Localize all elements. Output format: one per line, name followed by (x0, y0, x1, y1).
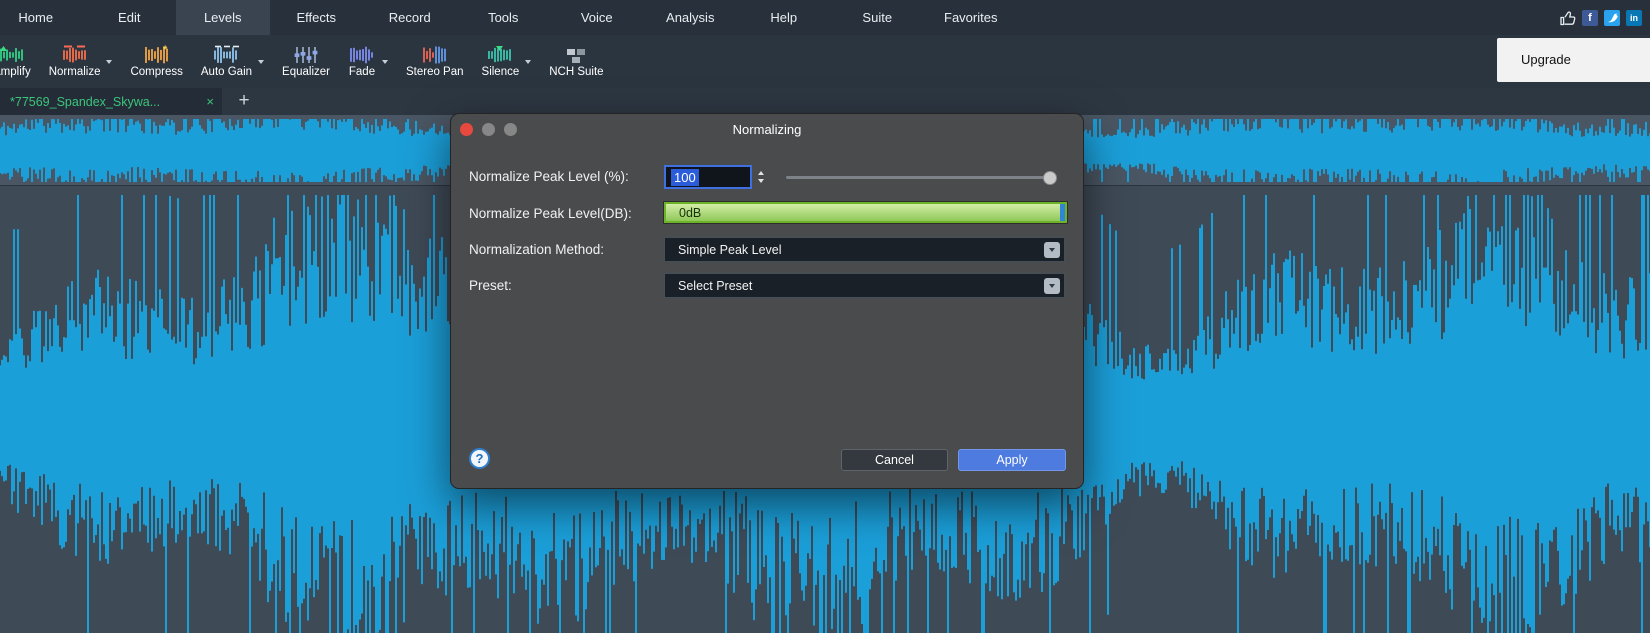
chevron-down-icon[interactable] (382, 60, 388, 64)
menu-item-levels[interactable]: Levels (176, 0, 270, 35)
toolbar-item-label: Compress (130, 66, 182, 78)
menu-item-tools[interactable]: Tools (457, 0, 551, 35)
toolbar-item-label: Stereo Pan (406, 66, 464, 78)
linkedin-icon[interactable]: in (1626, 10, 1642, 26)
slider-thumb[interactable] (1043, 171, 1057, 185)
twitter-bird-icon (1607, 13, 1618, 23)
toolbar-item-equalizer[interactable]: Equalizer (273, 35, 339, 88)
toolbar: Amplify Normalize * Compress Auto Gain Equali… (0, 35, 1650, 88)
twitter-icon[interactable] (1604, 10, 1620, 26)
new-tab-button[interactable]: + (232, 88, 256, 115)
menu-item-help[interactable]: Help (737, 0, 831, 35)
facebook-icon[interactable]: f (1582, 10, 1598, 26)
toolbar-item-label: Equalizer (282, 66, 330, 78)
toolbar-item-auto-gain[interactable]: Auto Gain (192, 35, 273, 88)
toolbar-item-fade[interactable]: Fade (339, 35, 397, 88)
file-tab-label: *77569_Spandex_Skywa... (0, 95, 198, 109)
menu-item-voice[interactable]: Voice (550, 0, 644, 35)
peak-percent-slider[interactable] (786, 165, 1056, 189)
dialog-title: Normalizing (451, 122, 1083, 137)
file-tab[interactable]: *77569_Spandex_Skywa... × (0, 88, 222, 115)
toolbar-items: Amplify Normalize * Compress Auto Gain Equali… (0, 35, 613, 88)
peak-percent-label: Normalize Peak Level (%): (469, 169, 629, 184)
toolbar-item-label: Normalize (49, 66, 101, 78)
cancel-button[interactable]: Cancel (841, 449, 948, 471)
chevron-down-icon[interactable] (106, 60, 112, 64)
stepper-down-icon[interactable] (758, 179, 764, 183)
peak-percent-input[interactable]: 100 (664, 165, 752, 189)
chevron-down-icon[interactable] (1044, 278, 1060, 294)
apply-button[interactable]: Apply (958, 449, 1066, 471)
menu-social-icons: f in (1559, 9, 1642, 26)
fade-icon (348, 45, 376, 65)
upgrade-button[interactable]: Upgrade (1497, 38, 1650, 82)
normalizing-dialog: Normalizing Normalize Peak Level (%): 10… (450, 113, 1084, 489)
toolbar-item-stereo-pan[interactable]: Stereo Pan (397, 35, 473, 88)
menu-item-record[interactable]: Record (363, 0, 457, 35)
app-root: HomeEditLevelsEffectsRecordToolsVoiceAna… (0, 0, 1650, 633)
stereo-pan-icon (421, 45, 449, 65)
equalizer-icon (292, 45, 320, 65)
normalize-icon (61, 45, 89, 65)
toolbar-item-label: Fade (349, 66, 375, 78)
toolbar-item-label: Amplify (0, 66, 31, 78)
normalization-method-label: Normalization Method: (469, 242, 604, 257)
preset-value: Select Preset (665, 279, 1044, 293)
menu-item-suite[interactable]: Suite (831, 0, 925, 35)
chevron-down-icon[interactable] (525, 60, 531, 64)
peak-db-value: 0dB (666, 206, 701, 220)
peak-db-level-bar[interactable]: 0dB (664, 202, 1067, 223)
slider-track[interactable] (786, 176, 1056, 179)
toolbar-item-label: NCH Suite (549, 66, 603, 78)
like-icon[interactable] (1559, 9, 1576, 26)
normalization-method-dropdown[interactable]: Simple Peak Level (664, 237, 1065, 262)
menu-item-home[interactable]: Home (0, 0, 83, 35)
peak-percent-stepper[interactable] (753, 165, 769, 189)
toolbar-item-label: Auto Gain (201, 66, 252, 78)
toolbar-item-nch-suite[interactable]: NCH Suite (540, 35, 612, 88)
preset-label: Preset: (469, 278, 512, 293)
auto-gain-icon (212, 45, 240, 65)
toolbar-item-amplify[interactable]: Amplify (0, 35, 40, 88)
close-tab-icon[interactable]: × (198, 94, 222, 109)
toolbar-item-normalize[interactable]: Normalize (40, 35, 122, 88)
peak-db-label: Normalize Peak Level(DB): (469, 206, 632, 221)
menu-item-edit[interactable]: Edit (83, 0, 177, 35)
compress-icon: * (143, 45, 171, 65)
preset-dropdown[interactable]: Select Preset (664, 273, 1065, 298)
svg-text:*: * (163, 45, 168, 56)
chevron-down-icon[interactable] (1044, 242, 1060, 258)
normalization-method-value: Simple Peak Level (665, 243, 1044, 257)
menu-bar-items: HomeEditLevelsEffectsRecordToolsVoiceAna… (0, 0, 1018, 35)
silence-icon (486, 45, 514, 65)
amplify-icon (0, 45, 26, 65)
toolbar-item-label: Silence (482, 66, 520, 78)
level-bar-cap (1060, 204, 1065, 221)
stepper-up-icon[interactable] (758, 171, 764, 175)
toolbar-item-compress[interactable]: * Compress (121, 35, 191, 88)
nch-suite-icon (562, 45, 590, 65)
peak-percent-value: 100 (671, 169, 699, 186)
menu-bar: HomeEditLevelsEffectsRecordToolsVoiceAna… (0, 0, 1650, 35)
menu-item-effects[interactable]: Effects (270, 0, 364, 35)
chevron-down-icon[interactable] (258, 60, 264, 64)
menu-item-favorites[interactable]: Favorites (924, 0, 1018, 35)
help-button[interactable]: ? (469, 448, 490, 469)
menu-item-analysis[interactable]: Analysis (644, 0, 738, 35)
toolbar-item-silence[interactable]: Silence (473, 35, 541, 88)
tab-bar: *77569_Spandex_Skywa... × + (0, 88, 1650, 115)
